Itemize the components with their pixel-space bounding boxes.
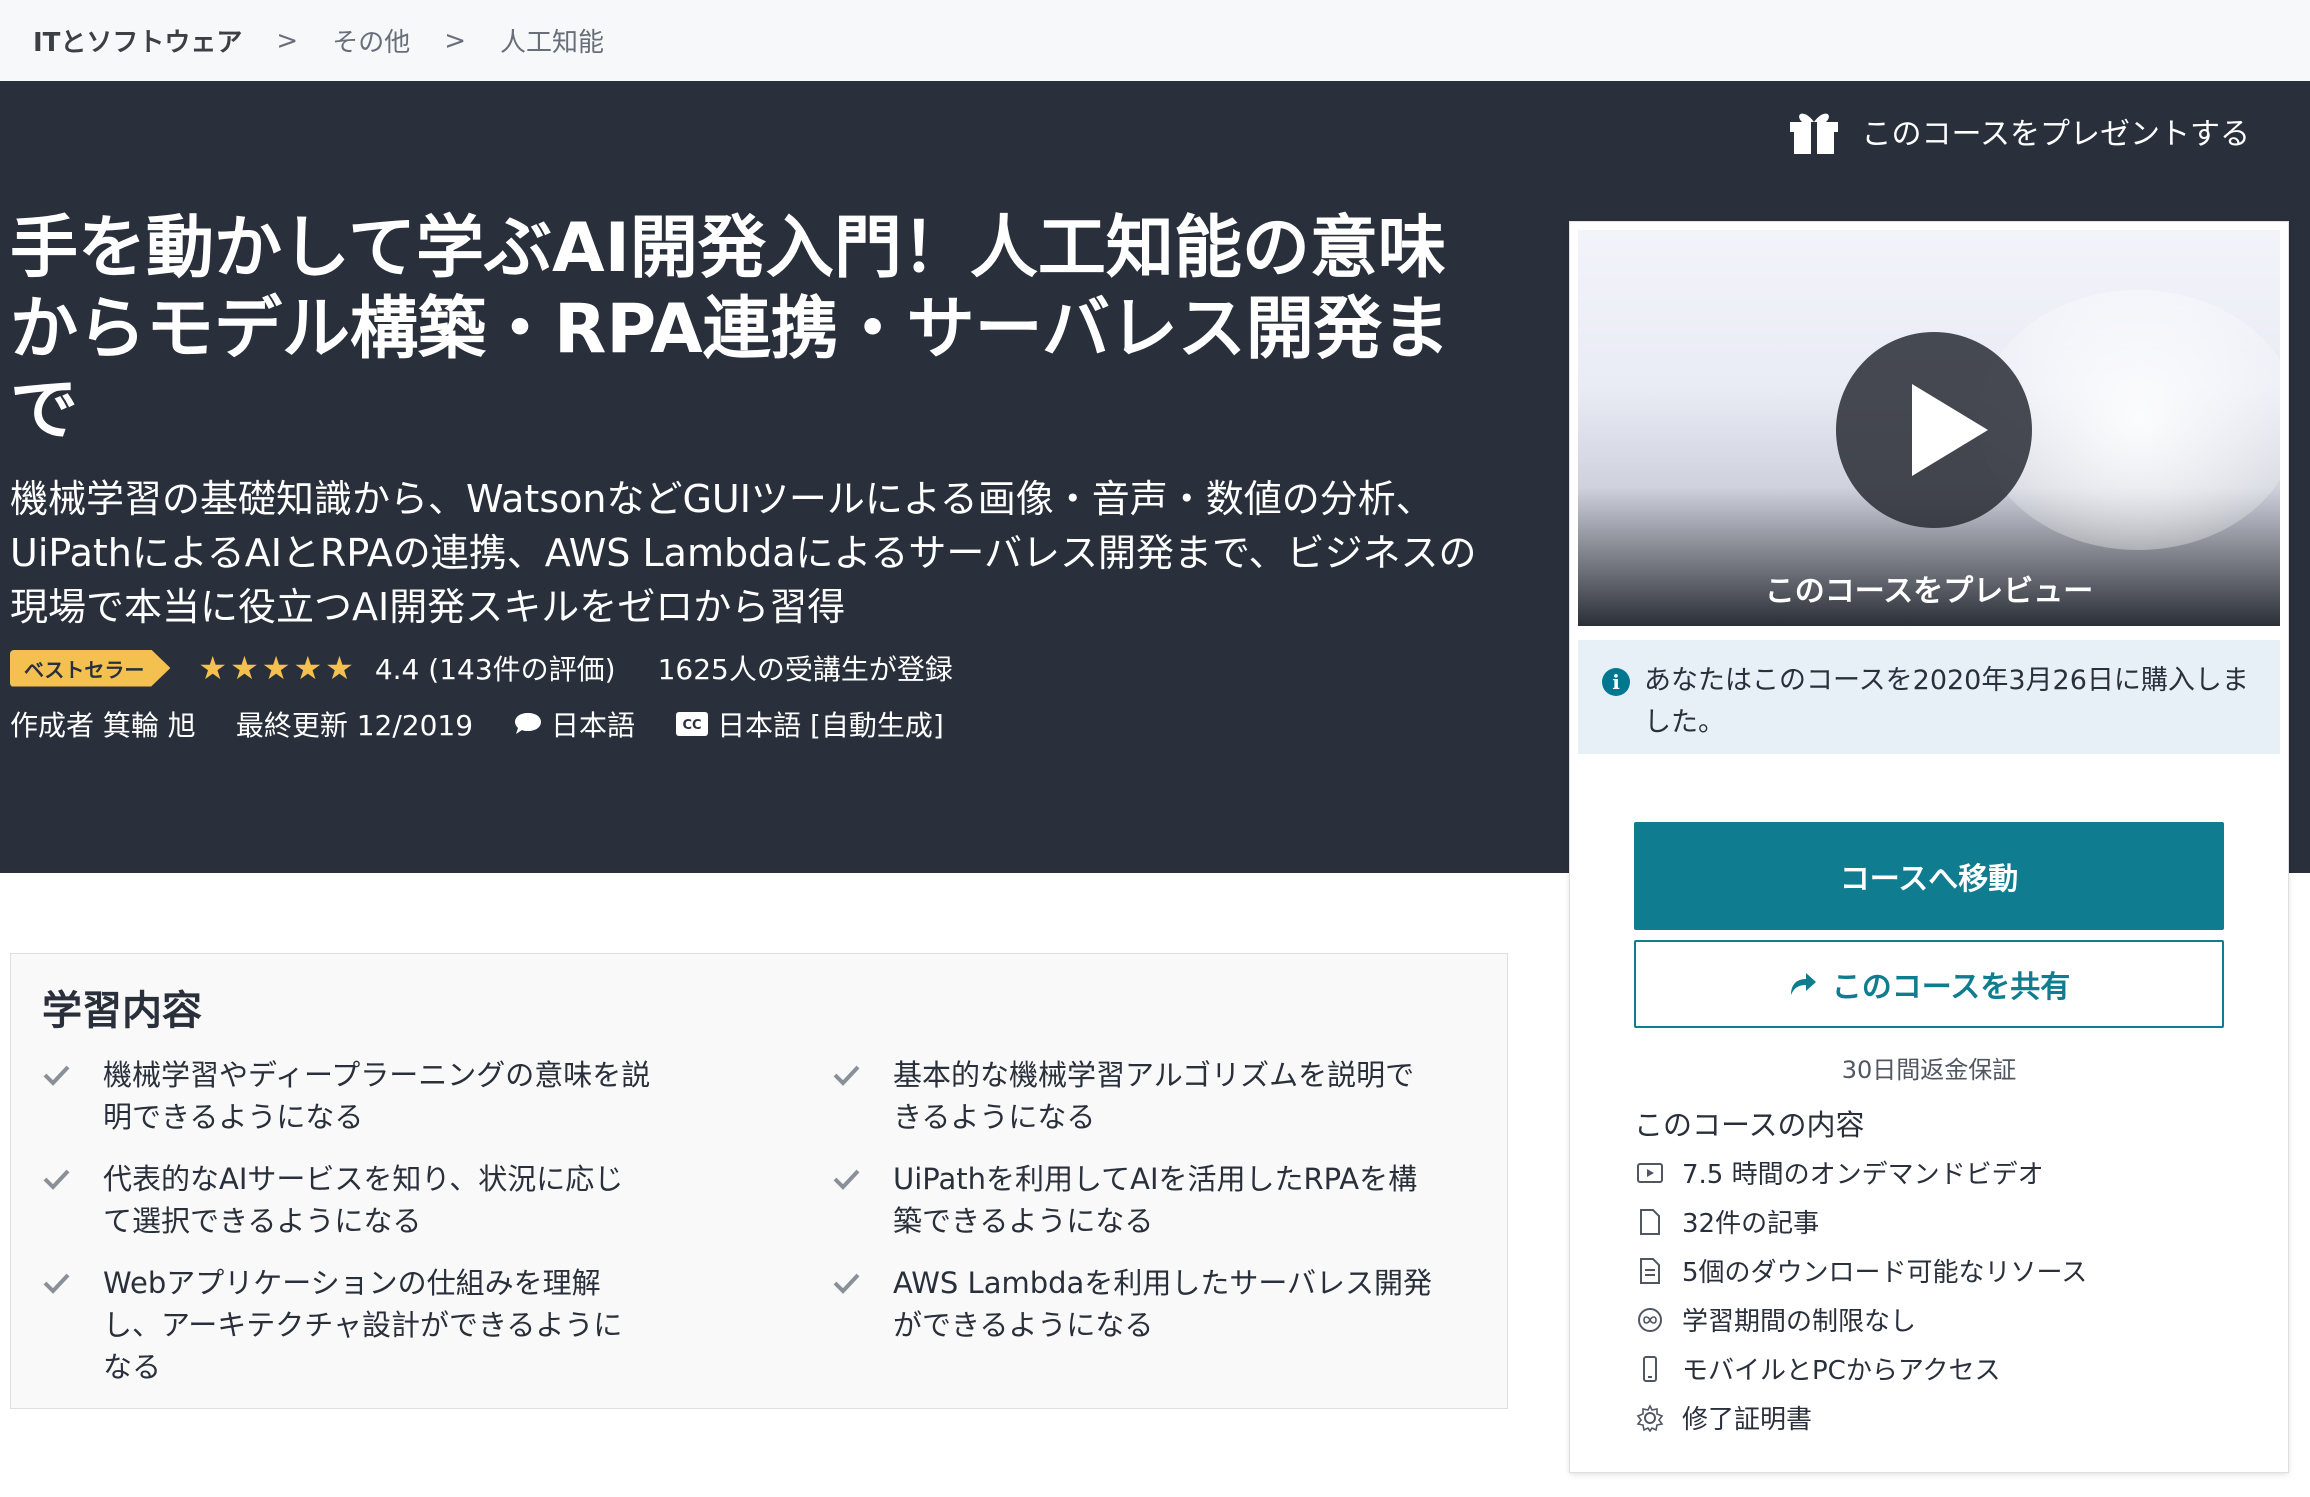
money-back-guarantee: 30日間返金保証 bbox=[1841, 1056, 2017, 1084]
learn-item: UiPathを利用してAIを活用したRPAを構築できるようになる bbox=[801, 1158, 1441, 1242]
language-label: 日本語 bbox=[551, 709, 636, 742]
svg-text:CC: CC bbox=[683, 718, 702, 733]
share-label: このコースを共有 bbox=[1831, 970, 2071, 1005]
course-preview[interactable]: このコースをプレビュー bbox=[1578, 230, 2280, 626]
includes-list: 7.5 時間のオンデマンドビデオ 32件の記事 5個のダウンロード可能なリソース… bbox=[1634, 1148, 2087, 1442]
infinity-icon bbox=[1634, 1304, 1666, 1336]
check-icon bbox=[833, 1169, 860, 1190]
learn-title: 学習内容 bbox=[42, 988, 202, 1034]
go-to-course-button[interactable]: コースへ移動 bbox=[1634, 822, 2224, 930]
play-icon[interactable] bbox=[1836, 332, 2032, 528]
learn-item: Webアプリケーションの仕組みを理解し、アーキテクチャ設計ができるようになる bbox=[11, 1262, 651, 1388]
rating-text[interactable]: 4.4 (143件の評価) bbox=[375, 648, 616, 688]
mobile-icon bbox=[1634, 1353, 1666, 1385]
includes-label: 修了証明書 bbox=[1682, 1405, 1813, 1435]
includes-item: 5個のダウンロード可能なリソース bbox=[1634, 1246, 2087, 1295]
purchase-notice-text: あなたはこのコースを2020年3月26日に購入しました。 bbox=[1644, 665, 2249, 738]
learn-item-text: 代表的なAIサービスを知り、状況に応じて選択できるようになる bbox=[103, 1162, 624, 1238]
what-you-will-learn: 学習内容 機械学習やディープラーニングの意味を説明できるようになる 基本的な機械… bbox=[10, 953, 1508, 1409]
learn-item-text: 機械学習やディープラーニングの意味を説明できるようになる bbox=[103, 1058, 651, 1134]
student-count: 1625人の受講生が登録 bbox=[657, 653, 953, 686]
certificate-icon bbox=[1634, 1402, 1666, 1434]
includes-label: 32件の記事 bbox=[1682, 1209, 1820, 1239]
learn-item: 代表的なAIサービスを知り、状況に応じて選択できるようになる bbox=[11, 1158, 651, 1242]
download-icon bbox=[1634, 1255, 1666, 1287]
breadcrumb-item-other[interactable]: その他 bbox=[332, 22, 410, 59]
breadcrumb-separator: > bbox=[276, 25, 299, 56]
info-icon: i bbox=[1602, 668, 1630, 696]
includes-title: このコースの内容 bbox=[1634, 1108, 1865, 1142]
breadcrumb-item-it-software[interactable]: ITとソフトウェア bbox=[33, 22, 242, 59]
learn-item-text: Webアプリケーションの仕組みを理解し、アーキテクチャ設計ができるようになる bbox=[103, 1266, 623, 1384]
article-icon bbox=[1634, 1206, 1666, 1238]
language-item: 日本語 bbox=[513, 704, 635, 744]
check-icon bbox=[833, 1065, 860, 1086]
check-icon bbox=[43, 1065, 70, 1086]
learn-item-text: UiPathを利用してAIを活用したRPAを構築できるようになる bbox=[893, 1162, 1418, 1238]
bestseller-badge: ベストセラー bbox=[10, 649, 171, 687]
preview-label: このコースをプレビュー bbox=[1764, 574, 2094, 609]
share-course-button[interactable]: このコースを共有 bbox=[1634, 940, 2224, 1028]
author[interactable]: 作成者 箕輪 旭 bbox=[10, 704, 196, 744]
speech-bubble-icon bbox=[515, 713, 542, 734]
breadcrumb-item-ai[interactable]: 人工知能 bbox=[500, 22, 604, 59]
gift-course-link[interactable]: このコースをプレゼントする bbox=[1786, 106, 2251, 156]
check-icon bbox=[833, 1273, 860, 1294]
includes-item: 修了証明書 bbox=[1634, 1393, 2087, 1442]
course-title: 手を動かして学ぶAI開発入門！人工知能の意味からモデル構築・RPA連携・サーバレ… bbox=[10, 209, 1450, 450]
includes-item: 32件の記事 bbox=[1634, 1197, 2087, 1246]
video-icon bbox=[1634, 1157, 1666, 1189]
breadcrumb-separator: > bbox=[444, 25, 467, 56]
closed-captions-icon: CC bbox=[676, 712, 709, 736]
learn-item-text: 基本的な機械学習アルゴリズムを説明できるようになる bbox=[893, 1058, 1415, 1134]
includes-item: モバイルとPCからアクセス bbox=[1634, 1344, 2087, 1393]
check-icon bbox=[43, 1273, 70, 1294]
breadcrumb: ITとソフトウェア > その他 > 人工知能 bbox=[0, 0, 2310, 81]
rating-row: ベストセラー ★★★★★ 4.4 (143件の評価) 1625人の受講生が登録 bbox=[10, 648, 953, 688]
learn-item: 機械学習やディープラーニングの意味を説明できるようになる bbox=[11, 1054, 651, 1138]
learn-item: 基本的な機械学習アルゴリズムを説明できるようになる bbox=[801, 1054, 1441, 1138]
gift-label: このコースをプレゼントする bbox=[1861, 117, 2251, 152]
last-updated: 最終更新 12/2019 bbox=[235, 709, 474, 742]
includes-item: 学習期間の制限なし bbox=[1634, 1295, 2087, 1344]
purchase-notice: i あなたはこのコースを2020年3月26日に購入しました。 bbox=[1578, 640, 2280, 754]
includes-label: 学習期間の制限なし bbox=[1682, 1307, 1917, 1337]
includes-label: モバイルとPCからアクセス bbox=[1682, 1356, 2001, 1386]
captions-item: CC 日本語 [自動生成] bbox=[675, 704, 944, 744]
share-icon bbox=[1790, 973, 1816, 995]
captions-label: 日本語 [自動生成] bbox=[717, 709, 944, 742]
star-rating-icon: ★★★★★ bbox=[198, 649, 357, 687]
learn-item: AWS Lambdaを利用したサーバレス開発ができるようになる bbox=[801, 1262, 1441, 1346]
learn-item-text: AWS Lambdaを利用したサーバレス開発ができるようになる bbox=[893, 1266, 1433, 1342]
purchase-card: このコースをプレビュー i あなたはこのコースを2020年3月26日に購入しまし… bbox=[1570, 222, 2288, 1472]
includes-item: 7.5 時間のオンデマンドビデオ bbox=[1634, 1148, 2087, 1197]
course-meta: 作成者 箕輪 旭 最終更新 12/2019 日本語 CC 日本語 [自動生成] bbox=[10, 703, 984, 745]
gift-icon bbox=[1789, 113, 1838, 154]
includes-label: 5個のダウンロード可能なリソース bbox=[1682, 1258, 2088, 1288]
check-icon bbox=[43, 1169, 70, 1190]
course-subtitle: 機械学習の基礎知識から、WatsonなどGUIツールによる画像・音声・数値の分析… bbox=[10, 477, 1477, 629]
includes-label: 7.5 時間のオンデマンドビデオ bbox=[1682, 1160, 2044, 1190]
